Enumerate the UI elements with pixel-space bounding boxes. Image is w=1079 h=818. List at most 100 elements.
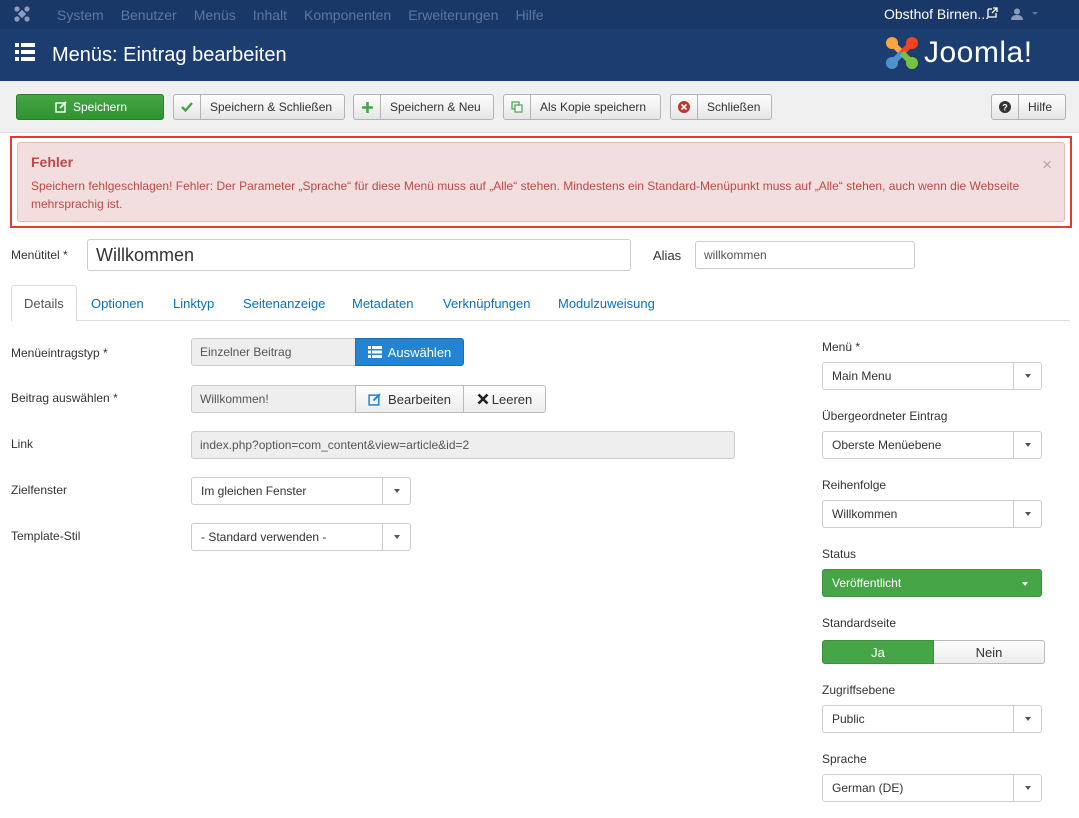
- link-field: index.php?option=com_content&view=articl…: [191, 431, 735, 459]
- target-window-value: Im gleichen Fenster: [201, 484, 307, 498]
- menu-extensions[interactable]: Erweiterungen: [408, 7, 498, 23]
- chevron-down-icon: [1013, 775, 1041, 801]
- close-button[interactable]: Schließen: [670, 94, 772, 120]
- joomla-icon[interactable]: [13, 5, 31, 23]
- menu-content[interactable]: Inhalt: [253, 7, 287, 23]
- chevron-down-icon: [382, 478, 410, 504]
- alias-label: Alias: [653, 248, 682, 263]
- chevron-down-icon: [1013, 706, 1041, 732]
- menu-menus[interactable]: Menüs: [194, 7, 236, 23]
- tab-link-type[interactable]: Linktyp: [173, 285, 214, 321]
- joomla-logo: Joomla!: [884, 35, 1033, 71]
- external-link-icon: [987, 7, 998, 18]
- save-button[interactable]: Speichern: [16, 94, 164, 120]
- tab-page-display[interactable]: Seitenanzeige: [243, 285, 325, 321]
- clear-article-button[interactable]: Leeren: [463, 385, 546, 413]
- copy-icon: [504, 95, 531, 119]
- save-copy-button[interactable]: Als Kopie speichern: [503, 94, 661, 120]
- page-header: Menüs: Eintrag bearbeiten Joomla!: [0, 29, 1079, 81]
- parent-item-select[interactable]: Oberste Menüebene: [822, 431, 1042, 459]
- parent-item-value: Oberste Menüebene: [832, 438, 942, 452]
- chevron-down-icon: [1013, 363, 1041, 389]
- edit-article-button[interactable]: Bearbeiten: [355, 385, 464, 413]
- help-label: Hilfe: [1028, 100, 1053, 114]
- save-close-button[interactable]: Speichern & Schließen: [173, 94, 345, 120]
- tab-metadata[interactable]: Metadaten: [352, 285, 413, 321]
- access-label: Zugriffsebene: [822, 683, 896, 697]
- clear-icon: [477, 393, 489, 405]
- tab-associations[interactable]: Verknüpfungen: [443, 285, 530, 321]
- user-menu-caret-icon[interactable]: [1032, 12, 1038, 15]
- select-type-button[interactable]: Auswählen: [355, 338, 464, 366]
- joomla-logo-icon: [886, 37, 918, 69]
- toolbar: Speichern Speichern & Schließen Speicher…: [0, 81, 1079, 133]
- target-window-label: Zielfenster: [11, 483, 68, 497]
- page-title: Menüs: Eintrag bearbeiten: [52, 44, 287, 66]
- menu-item-type-label: Menüeintragstyp *: [11, 346, 108, 360]
- menu-system[interactable]: System: [57, 7, 104, 23]
- save-new-button[interactable]: Speichern & Neu: [353, 94, 494, 120]
- menu-help[interactable]: Hilfe: [515, 7, 543, 23]
- list-icon: [15, 43, 35, 61]
- language-value: German (DE): [832, 781, 904, 795]
- chevron-down-icon: [1013, 432, 1041, 458]
- article-label: Beitrag auswählen *: [11, 391, 118, 405]
- language-select[interactable]: German (DE): [822, 774, 1042, 802]
- plus-icon: [354, 95, 381, 119]
- save-close-label: Speichern & Schließen: [210, 100, 333, 114]
- tab-module-assignment[interactable]: Modulzuweisung: [558, 285, 655, 321]
- default-page-yes[interactable]: Ja: [822, 640, 934, 664]
- site-link[interactable]: Obsthof Birnen...: [884, 6, 989, 22]
- cancel-icon: [671, 95, 698, 119]
- close-label: Schließen: [707, 100, 761, 114]
- template-style-value: - Standard verwenden -: [201, 530, 327, 544]
- menu-value: Main Menu: [832, 369, 892, 383]
- edit-article-label: Bearbeiten: [388, 391, 451, 407]
- save-label: Speichern: [72, 100, 128, 114]
- save-copy-label: Als Kopie speichern: [540, 100, 647, 114]
- select-type-label: Auswählen: [387, 344, 452, 360]
- access-value: Public: [832, 712, 865, 726]
- admin-menu: System Benutzer Menüs Inhalt Komponenten…: [57, 0, 561, 29]
- status-select[interactable]: Veröffentlicht: [822, 569, 1042, 597]
- error-alert-highlight: Fehler Speichern fehlgeschlagen! Fehler:…: [10, 136, 1072, 228]
- template-style-label: Template-Stil: [11, 529, 81, 543]
- tab-details[interactable]: Details: [11, 285, 77, 322]
- tab-options[interactable]: Optionen: [91, 285, 144, 321]
- svg-text:?: ?: [1002, 103, 1008, 113]
- title-label: Menütitel *: [11, 248, 68, 262]
- default-page-label: Standardseite: [822, 616, 897, 630]
- joomla-wordmark: Joomla!: [924, 36, 1033, 69]
- save-new-label: Speichern & Neu: [390, 100, 481, 114]
- chevron-down-icon: [1013, 501, 1041, 527]
- status-value: Veröffentlicht: [832, 576, 902, 590]
- help-icon: ?: [992, 95, 1019, 119]
- menu-components[interactable]: Komponenten: [304, 7, 391, 23]
- article-field: Willkommen!: [191, 385, 356, 413]
- access-select[interactable]: Public: [822, 705, 1042, 733]
- list-icon: [367, 346, 382, 358]
- ordering-value: Willkommen: [832, 507, 898, 521]
- default-page-no[interactable]: Nein: [934, 640, 1045, 664]
- parent-item-label: Übergeordneter Eintrag: [822, 409, 948, 423]
- language-label: Sprache: [822, 752, 867, 766]
- alert-close-icon[interactable]: ×: [1042, 156, 1052, 173]
- chevron-down-icon: [382, 524, 410, 550]
- alias-input[interactable]: willkommen: [695, 241, 915, 269]
- tab-bar: Details Optionen Linktyp Seitenanzeige M…: [11, 285, 1070, 322]
- help-button[interactable]: ? Hilfe: [991, 94, 1066, 120]
- template-style-select[interactable]: - Standard verwenden -: [191, 523, 411, 551]
- title-input[interactable]: Willkommen: [87, 239, 631, 271]
- menu-select[interactable]: Main Menu: [822, 362, 1042, 390]
- edit-icon: [53, 95, 69, 119]
- default-page-toggle: Ja Nein: [822, 640, 1045, 664]
- ordering-select[interactable]: Willkommen: [822, 500, 1042, 528]
- alert-heading: Fehler: [31, 154, 74, 170]
- edit-icon: [368, 392, 381, 406]
- target-window-select[interactable]: Im gleichen Fenster: [191, 477, 411, 505]
- menu-users[interactable]: Benutzer: [121, 7, 177, 23]
- user-icon[interactable]: [1010, 7, 1024, 21]
- error-alert: Fehler Speichern fehlgeschlagen! Fehler:…: [17, 142, 1065, 222]
- ordering-label: Reihenfolge: [822, 478, 887, 492]
- menu-item-type-field: Einzelner Beitrag: [191, 338, 356, 366]
